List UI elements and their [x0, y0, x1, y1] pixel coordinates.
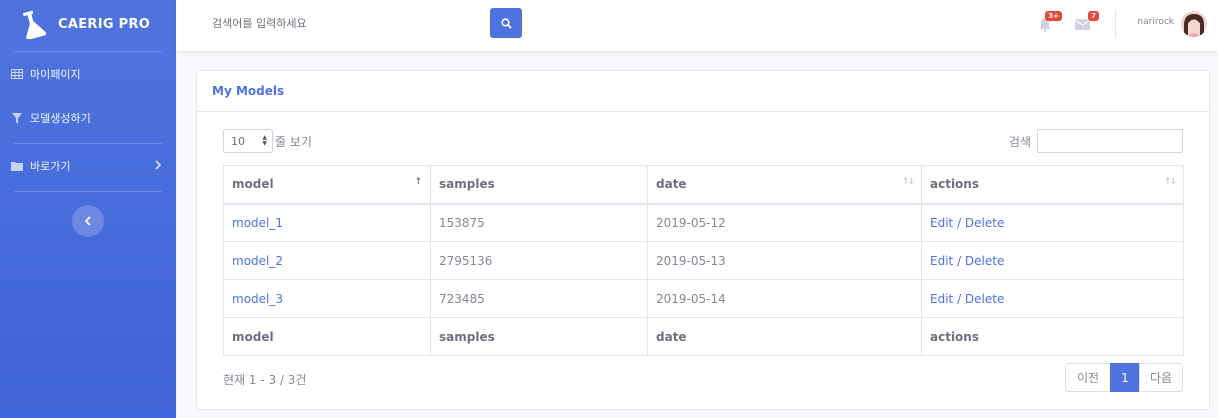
sidebar-divider: [14, 191, 162, 192]
footer-header-samples: samples: [430, 317, 648, 356]
search-icon: [500, 17, 512, 29]
filter-label: 검색: [1008, 134, 1031, 149]
sort-asc-icon: ↑: [414, 177, 422, 187]
model-link[interactable]: model_1: [223, 203, 431, 242]
sort-icon: ↑↓: [901, 177, 915, 187]
sidebar: CAERIG PRO 마이페이지 모델생성하기 바로가기: [0, 0, 176, 418]
flask-icon: [20, 9, 46, 39]
table-row: model_3 723485 2019-05-14 Edit / Delete: [223, 279, 1184, 318]
column-header-samples[interactable]: samples: [430, 165, 648, 205]
search-button[interactable]: [490, 8, 522, 38]
brand-name: CAERIG PRO: [58, 16, 151, 32]
envelope-icon: [1074, 18, 1090, 30]
next-page-button[interactable]: 다음: [1139, 363, 1183, 392]
model-link[interactable]: model_3: [223, 279, 431, 318]
search-input[interactable]: [202, 8, 480, 38]
actions-cell: Edit / Delete: [921, 241, 1184, 280]
prev-page-button[interactable]: 이전: [1065, 363, 1111, 392]
samples-cell: 2795136: [430, 241, 648, 280]
table-info: 현재 1 - 3 / 3건: [223, 373, 307, 387]
date-cell: 2019-05-14: [647, 279, 922, 318]
sidebar-item-label: 마이페이지: [30, 68, 81, 81]
sidebar-item-mypage[interactable]: 마이페이지: [0, 52, 176, 96]
action-separator: /: [953, 253, 965, 268]
table-row: model_1 153875 2019-05-12 Edit / Delete: [223, 203, 1184, 242]
table-row: model_2 2795136 2019-05-13 Edit / Delete: [223, 241, 1184, 280]
date-cell: 2019-05-12: [647, 203, 922, 242]
actions-cell: Edit / Delete: [921, 203, 1184, 242]
models-card: My Models 10 ▲ ▼ 줄 보기 검색 model ↑ samples …: [196, 70, 1210, 410]
alerts-badge: 3+: [1045, 11, 1062, 21]
chevron-left-icon: [84, 216, 91, 226]
footer-header-date: date: [647, 317, 922, 356]
sidebar-item-shortcuts[interactable]: 바로가기: [0, 144, 176, 188]
sort-icon: ↑↓: [1163, 177, 1177, 187]
samples-cell: 723485: [430, 279, 648, 318]
length-control: 10 ▲ ▼ 줄 보기: [223, 129, 312, 153]
model-link[interactable]: model_2: [223, 241, 431, 280]
topbar-divider: [1115, 10, 1116, 38]
delete-link[interactable]: Delete: [965, 216, 1004, 230]
topbar: 3+ 7 narirock: [176, 0, 1218, 51]
filter-icon: [11, 112, 23, 124]
column-header-actions[interactable]: actions ↑↓: [921, 165, 1184, 205]
page-length-value: 10: [231, 134, 245, 148]
models-table: model ↑ samples date ↑↓ actions ↑↓ model…: [223, 165, 1184, 356]
page-1-button[interactable]: 1: [1110, 363, 1140, 392]
alerts-button[interactable]: 3+: [1034, 11, 1062, 35]
brand[interactable]: CAERIG PRO: [0, 0, 176, 48]
actions-cell: Edit / Delete: [921, 279, 1184, 318]
avatar[interactable]: [1181, 11, 1207, 37]
sidebar-item-label: 바로가기: [30, 160, 71, 173]
card-header: My Models: [197, 71, 1209, 112]
select-arrows-icon: ▲ ▼: [262, 134, 267, 147]
footer-header-actions: actions: [921, 317, 1184, 356]
table-icon: [11, 68, 23, 80]
samples-cell: 153875: [430, 203, 648, 242]
action-separator: /: [953, 291, 965, 306]
action-separator: /: [953, 215, 965, 230]
delete-link[interactable]: Delete: [965, 254, 1004, 268]
edit-link[interactable]: Edit: [930, 254, 953, 268]
table-search-input[interactable]: [1037, 129, 1183, 153]
folder-icon: [11, 160, 23, 172]
chevron-right-icon: [155, 159, 162, 173]
table-filter: 검색: [1009, 129, 1183, 153]
page-length-select[interactable]: 10 ▲ ▼: [223, 129, 273, 153]
column-header-date[interactable]: date ↑↓: [647, 165, 922, 205]
sidebar-item-label: 모델생성하기: [30, 112, 91, 125]
card-title: My Models: [212, 84, 285, 98]
footer-header-model: model: [223, 317, 431, 356]
messages-button[interactable]: 7: [1071, 11, 1099, 35]
date-cell: 2019-05-13: [647, 241, 922, 280]
pagination: 이전 1 다음: [1065, 363, 1183, 392]
sidebar-item-create-model[interactable]: 모델생성하기: [0, 96, 176, 140]
user-name[interactable]: narirock: [1137, 17, 1174, 27]
page-length-label: 줄 보기: [275, 134, 312, 149]
messages-badge: 7: [1088, 11, 1099, 21]
column-header-model[interactable]: model ↑: [223, 165, 431, 205]
delete-link[interactable]: Delete: [965, 292, 1004, 306]
sidebar-toggle-button[interactable]: [72, 205, 104, 237]
edit-link[interactable]: Edit: [930, 216, 953, 230]
edit-link[interactable]: Edit: [930, 292, 953, 306]
